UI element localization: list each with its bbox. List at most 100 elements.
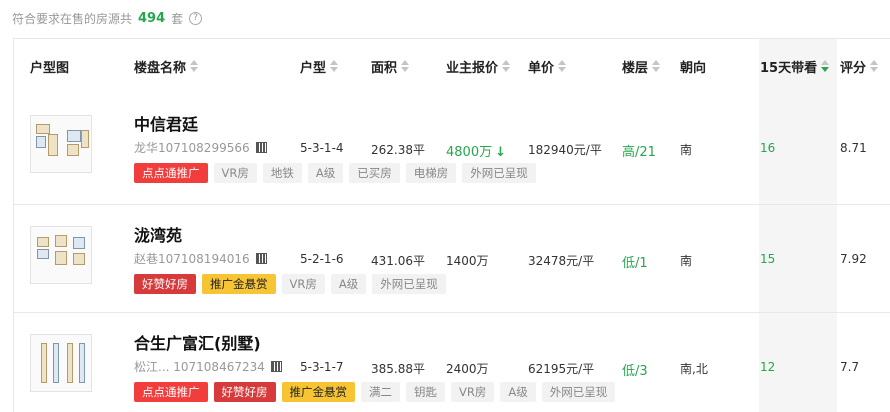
property-name[interactable]: 泷湾苑 bbox=[134, 222, 182, 246]
tag-bounty: 推广金悬赏 bbox=[281, 382, 355, 402]
tag-grade: A级 bbox=[500, 382, 536, 402]
column-label: 15天带看 bbox=[760, 60, 818, 76]
column-header-price[interactable]: 业主报价 bbox=[446, 39, 511, 93]
tag-bought: 已买房 bbox=[349, 163, 400, 183]
column-header-floor[interactable]: 楼层 bbox=[622, 39, 661, 93]
qr-code-icon[interactable] bbox=[255, 142, 267, 153]
tag-vr: VR房 bbox=[281, 274, 325, 294]
floor-value: 低/3 bbox=[622, 364, 648, 379]
column-header-plan: 户型图 bbox=[30, 39, 69, 93]
result-count: 494 bbox=[138, 10, 166, 26]
column-label: 楼盘名称 bbox=[134, 60, 187, 76]
column-header-area[interactable]: 面积 bbox=[371, 39, 410, 93]
layout-value: 5-3-1-4 bbox=[300, 141, 344, 155]
column-header-layout[interactable]: 户型 bbox=[300, 39, 339, 93]
tag-vr: VR房 bbox=[451, 382, 495, 402]
property-name[interactable]: 合生广富汇(别墅) bbox=[134, 330, 261, 354]
column-header-name[interactable]: 楼盘名称 bbox=[134, 39, 199, 93]
column-header-views-15d[interactable]: 15天带看 bbox=[760, 39, 830, 93]
result-summary: 符合要求在售的房源共 494 套 ? bbox=[12, 8, 203, 28]
column-label: 户型 bbox=[300, 60, 327, 76]
sort-icon[interactable] bbox=[401, 60, 410, 72]
sort-icon[interactable] bbox=[652, 60, 661, 72]
tag-key: 钥匙 bbox=[406, 382, 445, 402]
sort-icon[interactable] bbox=[870, 60, 879, 72]
sort-icon[interactable] bbox=[330, 60, 339, 72]
unit-price-value: 32478元/平 bbox=[528, 254, 595, 268]
price-value: 2400万 bbox=[446, 362, 489, 376]
column-label: 业主报价 bbox=[446, 60, 499, 76]
floor-value: 高/21 bbox=[622, 145, 656, 160]
column-label: 楼层 bbox=[622, 60, 649, 76]
property-district-id: 松江... 107108467234 bbox=[134, 358, 282, 375]
orientation-value: 南 bbox=[680, 254, 693, 268]
summary-prefix: 符合要求在售的房源共 bbox=[12, 11, 133, 26]
score-value: 7.92 bbox=[840, 252, 867, 266]
score-value: 7.7 bbox=[840, 360, 860, 374]
orientation-value: 南 bbox=[680, 143, 693, 157]
tag-grade: A级 bbox=[330, 274, 367, 294]
area-value: 385.88平 bbox=[371, 362, 425, 376]
sort-desc-active-icon[interactable] bbox=[821, 60, 830, 72]
column-label: 评分 bbox=[840, 60, 867, 76]
views-15d-value: 16 bbox=[760, 141, 776, 155]
layout-value: 5-3-1-7 bbox=[300, 360, 344, 374]
sort-icon[interactable] bbox=[190, 60, 199, 72]
column-label: 单价 bbox=[528, 60, 555, 76]
price-value: 4800万 ↓ bbox=[446, 141, 506, 160]
property-meta-text: 松江... 107108467234 bbox=[134, 360, 265, 374]
tag-list: 好赞好房 推广金悬赏 VR房 A级 外网已呈现 bbox=[134, 274, 446, 294]
tag-good-house: 好赞好房 bbox=[134, 274, 196, 294]
tag-bounty: 推广金悬赏 bbox=[202, 274, 276, 294]
price-down-arrow-icon: ↓ bbox=[495, 145, 506, 160]
floor-value: 低/1 bbox=[622, 256, 648, 271]
sort-icon[interactable] bbox=[558, 60, 567, 72]
floor-plan-thumbnail[interactable] bbox=[30, 226, 92, 284]
table-row[interactable]: 合生广富汇(别墅) 松江... 107108467234 5-3-1-7 385… bbox=[14, 312, 890, 412]
tag-grade: A级 bbox=[307, 163, 344, 183]
column-header-orientation: 朝向 bbox=[680, 39, 706, 93]
tag-metro: 地铁 bbox=[262, 163, 302, 183]
qr-code-icon[interactable] bbox=[270, 361, 282, 372]
table-row[interactable]: 中信君廷 龙华107108299566 5-3-1-4 262.38平 4800… bbox=[14, 93, 890, 204]
tag-two-years: 满二 bbox=[361, 382, 400, 402]
tag-good-house: 好赞好房 bbox=[213, 382, 276, 402]
price-value: 1400万 bbox=[446, 254, 489, 268]
orientation-value: 南,北 bbox=[680, 362, 708, 376]
column-label: 面积 bbox=[371, 60, 398, 76]
tag-online: 外网已呈现 bbox=[462, 163, 536, 183]
views-15d-value: 15 bbox=[760, 252, 776, 266]
score-value: 8.71 bbox=[840, 141, 867, 155]
property-meta-text: 赵巷107108194016 bbox=[134, 252, 250, 266]
views-15d-value: 12 bbox=[760, 360, 776, 374]
tag-promotion: 点点通推广 bbox=[134, 163, 208, 183]
tag-promotion: 点点通推广 bbox=[134, 382, 208, 402]
price-text: 4800万 bbox=[446, 145, 493, 160]
unit-price-value: 62195元/平 bbox=[528, 362, 595, 376]
help-icon[interactable]: ? bbox=[189, 11, 203, 25]
property-name[interactable]: 中信君廷 bbox=[134, 111, 198, 135]
tag-online: 外网已呈现 bbox=[541, 382, 616, 402]
table-row[interactable]: 泷湾苑 赵巷107108194016 5-2-1-6 431.06平 1400万… bbox=[14, 204, 890, 316]
tag-list: 点点通推广 好赞好房 推广金悬赏 满二 钥匙 VR房 A级 外网已呈现 bbox=[134, 382, 616, 402]
tag-list: 点点通推广 VR房 地铁 A级 已买房 电梯房 外网已呈现 bbox=[134, 163, 536, 183]
tag-vr: VR房 bbox=[213, 163, 257, 183]
unit-price-value: 182940元/平 bbox=[528, 143, 602, 157]
floor-plan-thumbnail[interactable] bbox=[30, 115, 92, 173]
floor-plan-thumbnail[interactable] bbox=[30, 334, 92, 392]
tag-online: 外网已呈现 bbox=[372, 274, 446, 294]
column-label: 户型图 bbox=[30, 60, 70, 76]
sort-icon[interactable] bbox=[502, 60, 511, 72]
property-meta-text: 龙华107108299566 bbox=[134, 141, 250, 155]
summary-suffix: 套 bbox=[171, 11, 184, 26]
area-value: 431.06平 bbox=[371, 254, 425, 268]
column-header-unit-price[interactable]: 单价 bbox=[528, 39, 567, 93]
listing-table: 户型图 楼盘名称 户型 面积 业主报价 单价 楼层 朝向 15天带看 评分 中信… bbox=[13, 38, 890, 412]
qr-code-icon[interactable] bbox=[255, 253, 267, 264]
property-district-id: 赵巷107108194016 bbox=[134, 250, 267, 267]
column-label: 朝向 bbox=[680, 60, 707, 76]
area-value: 262.38平 bbox=[371, 143, 425, 157]
property-district-id: 龙华107108299566 bbox=[134, 139, 267, 156]
column-header-score[interactable]: 评分 bbox=[840, 39, 879, 93]
layout-value: 5-2-1-6 bbox=[300, 252, 344, 266]
